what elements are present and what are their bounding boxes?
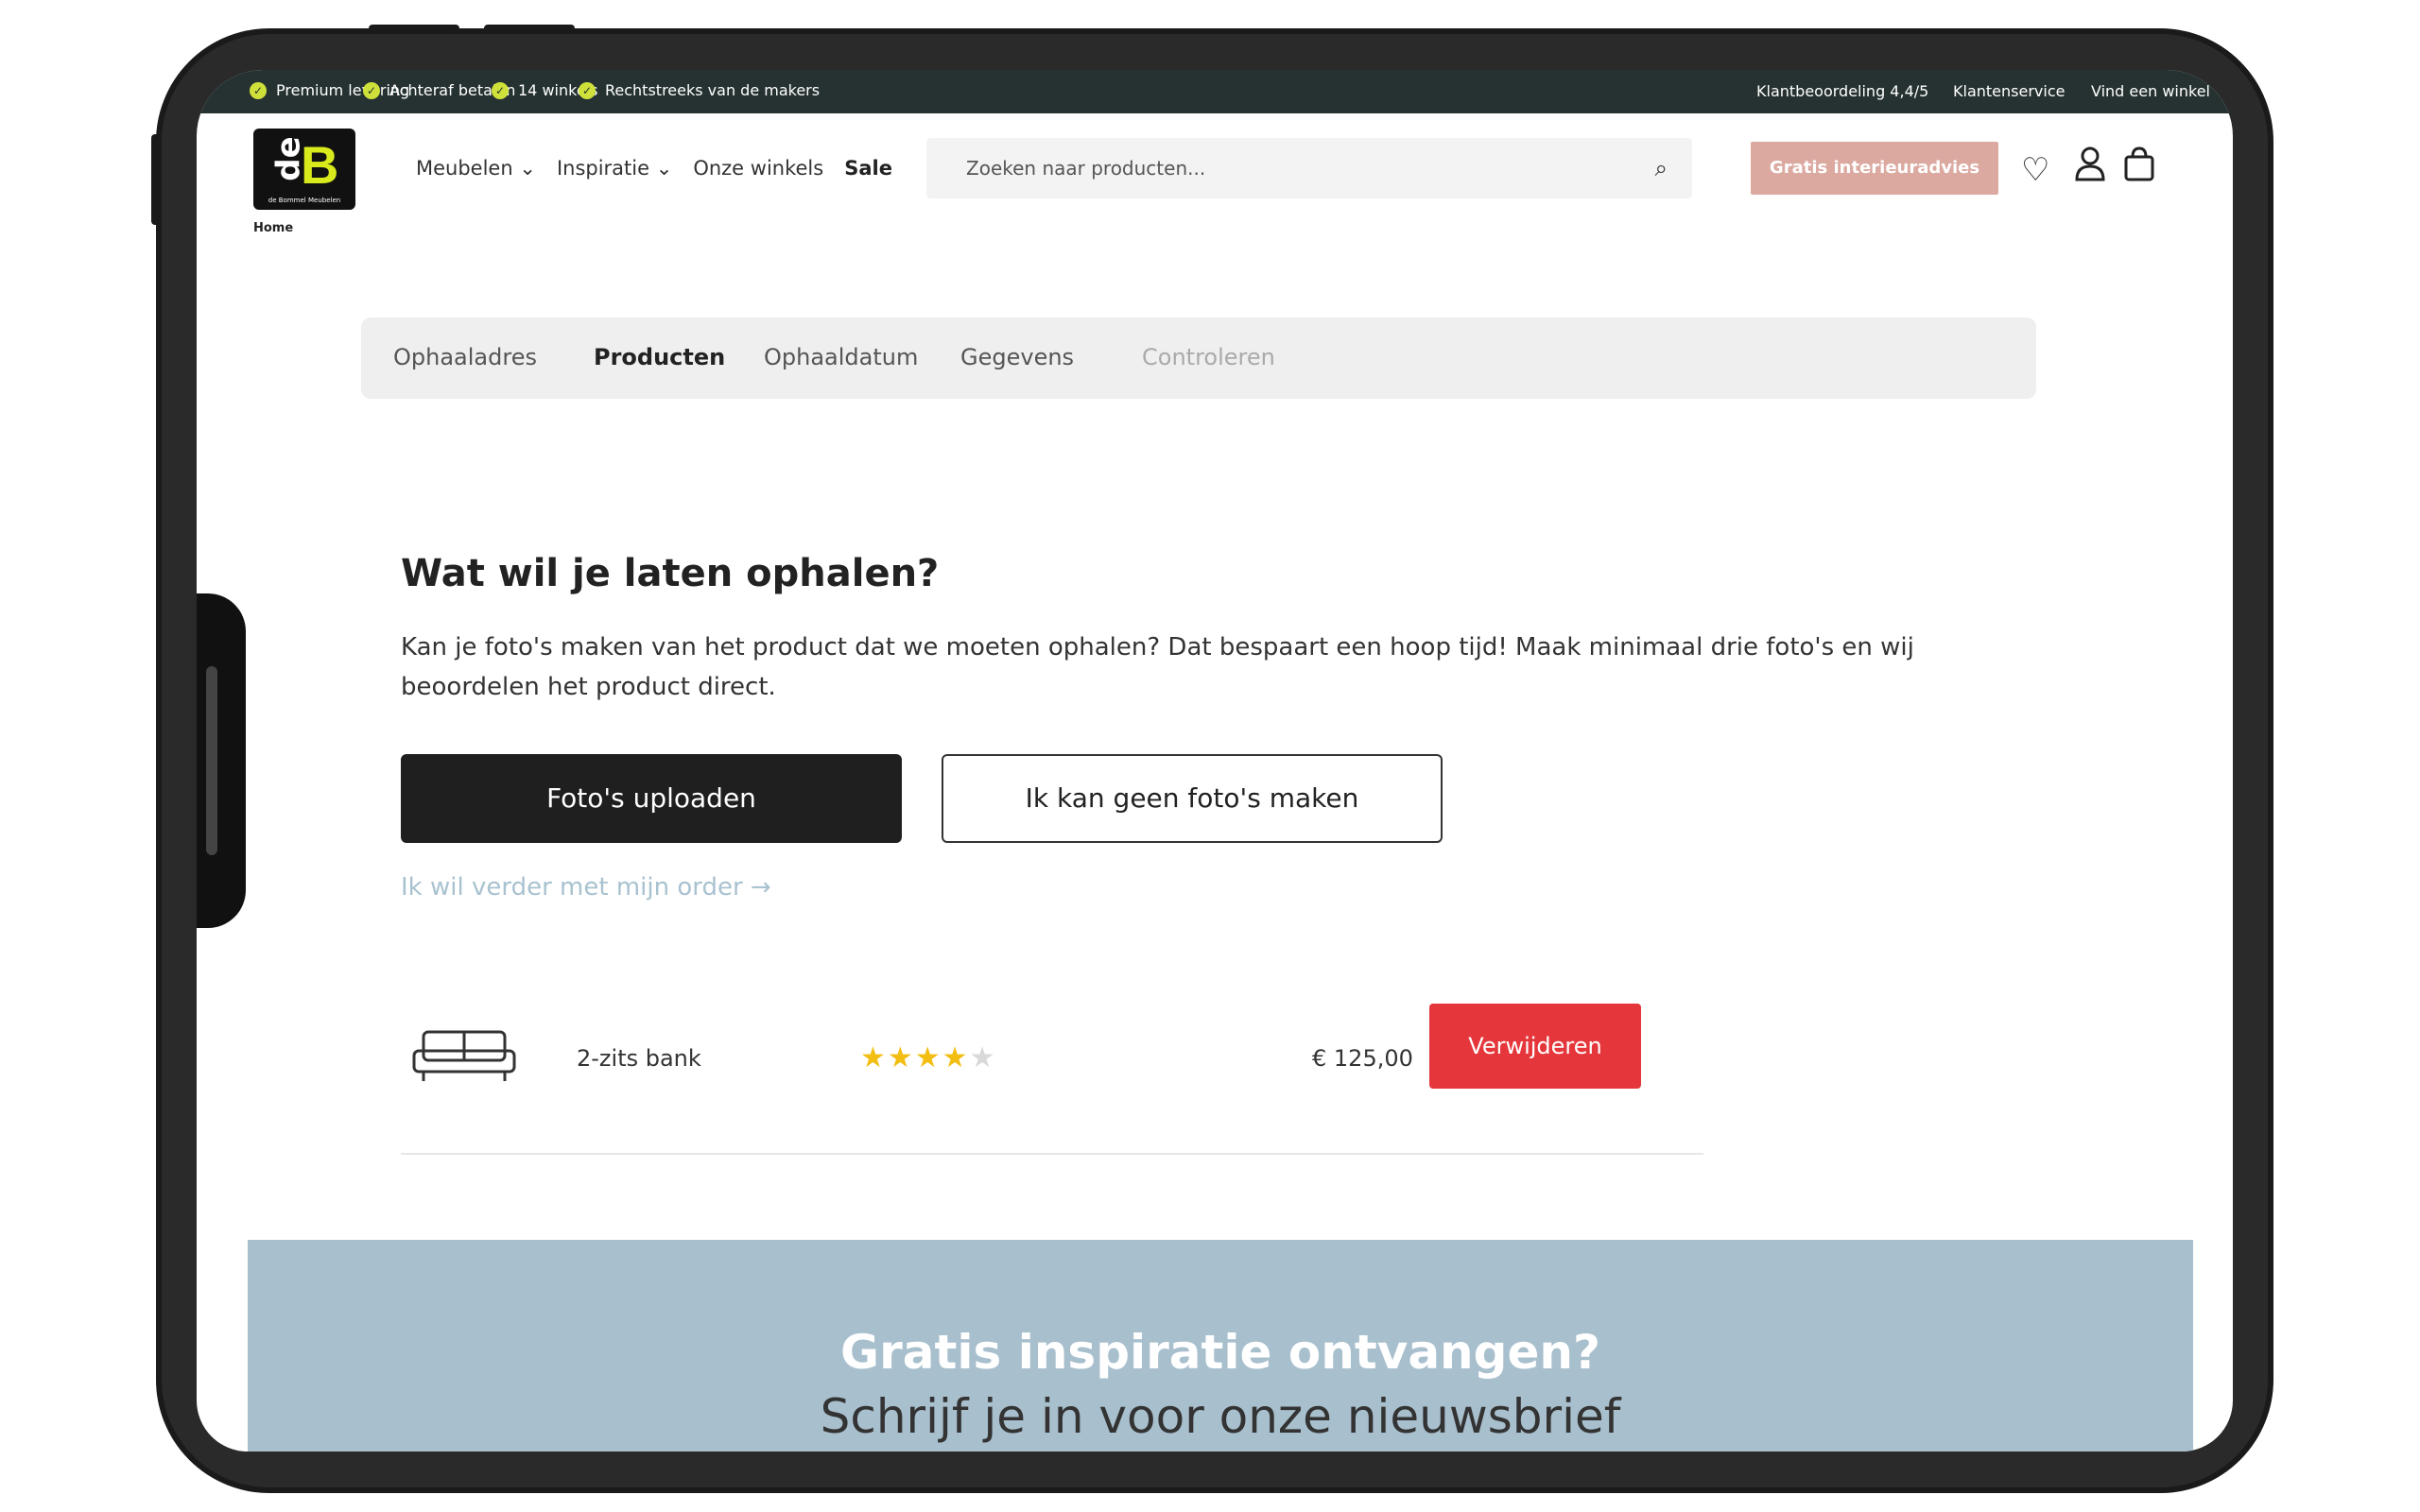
newsletter-banner: Gratis inspiratie ontvangen? Schrijf je … bbox=[248, 1240, 2193, 1452]
tablet-volume-button bbox=[369, 25, 459, 34]
logo[interactable]: de B de Bommel Meubelen bbox=[253, 129, 355, 210]
nav-meubelen[interactable]: Meubelen ⌄ bbox=[416, 157, 536, 180]
step-producten[interactable]: Producten bbox=[594, 344, 725, 370]
main-nav: Meubelen ⌄ Inspiratie ⌄ Onze winkels Sal… bbox=[416, 157, 892, 180]
screen: ✓ Premium levering ✓ Achteraf betalen ✓ 14 … bbox=[197, 70, 2233, 1452]
product-price: € 125,00 bbox=[1312, 1045, 1413, 1072]
nav-sale[interactable]: Sale bbox=[844, 157, 892, 180]
customer-service-link[interactable]: Klantenservice bbox=[1953, 82, 2065, 100]
usp-label: Rechtstreeks van de makers bbox=[605, 81, 821, 99]
intro-text: Kan je foto's maken van het product dat … bbox=[401, 633, 1914, 701]
page-title: Wat wil je laten ophalen? bbox=[401, 552, 940, 595]
usp-bar: ✓ Premium levering ✓ Achteraf betalen ✓ 14 … bbox=[197, 70, 2233, 113]
heart-icon[interactable]: ♡ bbox=[2021, 151, 2049, 189]
search-placeholder: Zoeken naar producten... bbox=[966, 157, 1206, 180]
step-ophaaladres[interactable]: Ophaaladres bbox=[393, 344, 537, 370]
step-ophaaldatum[interactable]: Ophaaldatum bbox=[764, 344, 918, 370]
find-store-link[interactable]: Vind een winkel bbox=[2091, 82, 2210, 100]
check-icon: ✓ bbox=[363, 81, 380, 99]
tablet-side-handle bbox=[197, 593, 246, 928]
newsletter-subtitle: Schrijf je in voor onze nieuwsbrief bbox=[820, 1389, 1621, 1444]
logo-b: B bbox=[301, 135, 339, 195]
check-icon: ✓ bbox=[250, 81, 267, 99]
tablet-power-button bbox=[151, 134, 161, 225]
rating-stars-empty: ★ bbox=[969, 1041, 997, 1074]
no-photos-button[interactable]: Ik kan geen foto's maken bbox=[942, 754, 1443, 843]
remove-button[interactable]: Verwijderen bbox=[1429, 1004, 1641, 1089]
check-icon: ✓ bbox=[492, 81, 509, 99]
search-icon[interactable]: ⌕ bbox=[1655, 155, 1668, 181]
nav-inspiratie[interactable]: Inspiratie ⌄ bbox=[557, 157, 672, 180]
sofa-icon bbox=[412, 1030, 516, 1081]
step-gegevens[interactable]: Gegevens bbox=[960, 344, 1074, 370]
check-icon: ✓ bbox=[579, 81, 596, 99]
breadcrumb[interactable]: Home bbox=[253, 221, 293, 235]
logo-tagline: de Bommel Meubelen bbox=[268, 197, 341, 204]
step-controleren: Controleren bbox=[1142, 344, 1275, 370]
upload-photos-button[interactable]: Foto's uploaden bbox=[401, 754, 902, 843]
tablet-volume-button bbox=[484, 25, 575, 34]
rating-stars-filled: ★★★★ bbox=[860, 1041, 970, 1074]
nav-winkels[interactable]: Onze winkels bbox=[693, 157, 823, 180]
product-rating: ★★★★★ bbox=[860, 1041, 996, 1074]
interior-advice-button[interactable]: Gratis interieuradvies bbox=[1751, 142, 1998, 195]
usp-item: ✓ Rechtstreeks van de makers bbox=[579, 81, 820, 99]
continue-order-link[interactable]: Ik wil verder met mijn order → bbox=[401, 873, 771, 902]
rating-link[interactable]: Klantbeoordeling 4,4/5 bbox=[1756, 82, 1928, 100]
cart-icon[interactable] bbox=[2123, 146, 2155, 190]
divider bbox=[401, 1153, 1703, 1155]
search-input[interactable]: Zoeken naar producten... ⌕ bbox=[926, 138, 1692, 198]
product-name: 2-zits bank bbox=[577, 1045, 701, 1072]
account-icon[interactable] bbox=[2074, 146, 2106, 190]
checkout-steps: Ophaaladres Producten Ophaaldatum Gegeve… bbox=[361, 318, 2036, 399]
newsletter-title: Gratis inspiratie ontvangen? bbox=[840, 1325, 1600, 1380]
tablet-side-pill bbox=[206, 666, 217, 855]
